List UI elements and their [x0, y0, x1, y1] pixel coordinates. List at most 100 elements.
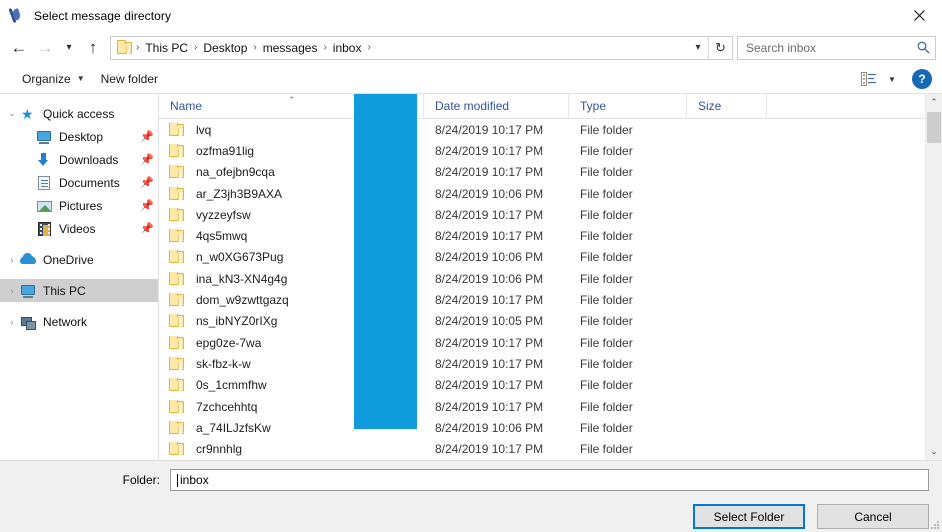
sidebar-item-onedrive[interactable]: › OneDrive: [0, 248, 158, 271]
table-row[interactable]: cr9nnhlg 8/24/2019 10:17 PM File folder: [159, 438, 942, 459]
table-row[interactable]: ozfma91lig 8/24/2019 10:17 PM File folder: [159, 140, 942, 161]
folder-icon: [169, 122, 185, 137]
table-row[interactable]: n_w0XG673Pug 8/24/2019 10:06 PM File folde…: [159, 247, 942, 268]
close-icon[interactable]: [896, 0, 942, 31]
back-button[interactable]: ←: [6, 35, 32, 61]
cell-type: File folder: [580, 165, 633, 180]
table-row[interactable]: ns_ibNYZ0rIXg 8/24/2019 10:05 PM File fold…: [159, 311, 942, 332]
sidebar-item-documents[interactable]: Documents 📌: [0, 171, 158, 194]
cell-date-modified: 8/24/2019 10:17 PM: [435, 399, 544, 414]
table-row[interactable]: vyzzeyfsw 8/24/2019 10:17 PM File folder: [159, 204, 942, 225]
scroll-down-icon[interactable]: ⌄: [926, 443, 942, 460]
monitor-icon: [36, 129, 53, 145]
file-name: a_74ILJzfsKw: [196, 420, 271, 435]
breadcrumb[interactable]: › This PC › Desktop › messages › inbox ›…: [110, 35, 733, 60]
sidebar-item-desktop[interactable]: Desktop 📌: [0, 125, 158, 148]
chevron-down-icon[interactable]: ▼: [884, 75, 900, 84]
help-button[interactable]: ?: [912, 69, 932, 89]
resize-grip[interactable]: [930, 520, 940, 530]
network-icon: [20, 314, 37, 330]
scrollbar-thumb[interactable]: [927, 112, 941, 143]
cell-type: File folder: [580, 207, 633, 222]
chevron-right-icon[interactable]: ›: [4, 317, 20, 327]
forward-button[interactable]: →: [32, 35, 58, 61]
column-header-date-modified[interactable]: Date modified: [424, 93, 569, 119]
chevron-down-icon[interactable]: ⌄: [4, 108, 20, 119]
sidebar-item-label: Pictures: [59, 198, 103, 213]
table-row[interactable]: 4qs5mwq 8/24/2019 10:17 PM File folder: [159, 225, 942, 246]
select-folder-button[interactable]: Select Folder: [693, 504, 805, 529]
organize-button[interactable]: Organize ▼: [14, 68, 93, 90]
dialog-footer: Folder: inbox Select Folder Cancel: [0, 461, 942, 532]
column-header-label: Type: [580, 99, 607, 113]
folder-icon: [169, 229, 185, 243]
sidebar-item-downloads[interactable]: Downloads 📌: [0, 148, 158, 171]
command-bar-right: ▼ ?: [858, 64, 932, 94]
file-rows[interactable]: lvq 8/24/2019 10:17 PM File folder ozfma91l…: [159, 119, 942, 460]
cell-date-modified: 8/24/2019 10:17 PM: [435, 335, 544, 350]
file-name: sk-fbz-k-w: [196, 356, 251, 371]
sidebar-item-pictures[interactable]: Pictures 📌: [0, 194, 158, 217]
view-list-icon[interactable]: [858, 68, 880, 90]
table-row[interactable]: ina_kN3-XN4g4g 8/24/2019 10:06 PM File fol…: [159, 268, 942, 289]
folder-icon: [169, 165, 185, 179]
up-button[interactable]: ↑: [80, 35, 106, 61]
cell-type: File folder: [580, 314, 633, 329]
table-row[interactable]: dom_w9zwttgazq 8/24/2019 10:17 PM File fol…: [159, 289, 942, 310]
sidebar-item-label: OneDrive: [43, 252, 94, 267]
folder-icon: [169, 420, 185, 435]
chevron-down-icon: ▾: [66, 42, 72, 53]
folder-icon: [169, 143, 185, 158]
scroll-up-icon[interactable]: ⌃: [926, 94, 942, 111]
folder-input[interactable]: inbox: [170, 469, 929, 491]
pin-icon: 📌: [140, 200, 154, 212]
folder-field-row: Folder: inbox: [0, 461, 942, 491]
cell-type: File folder: [580, 335, 633, 350]
table-row[interactable]: epg0ze-7wa 8/24/2019 10:17 PM File folder: [159, 332, 942, 353]
recent-locations-button[interactable]: ▾: [58, 35, 80, 61]
sidebar-item-network[interactable]: › Network: [0, 310, 158, 333]
table-row[interactable]: 7zchcehhtq 8/24/2019 10:17 PM File folder: [159, 396, 942, 417]
sidebar-item-this-pc[interactable]: › This PC: [0, 279, 158, 302]
table-row[interactable]: na_ofejbn9cqa 8/24/2019 10:17 PM File fold…: [159, 162, 942, 183]
table-row[interactable]: sk-fbz-k-w 8/24/2019 10:17 PM File folder: [159, 353, 942, 374]
command-bar: Organize ▼ New folder ▼ ?: [0, 64, 942, 94]
folder-icon: [169, 335, 185, 350]
breadcrumb-item-messages[interactable]: messages: [258, 41, 323, 55]
search-input[interactable]: Search inbox: [737, 35, 936, 60]
folder-icon: [169, 207, 185, 222]
chevron-right-icon[interactable]: ›: [4, 286, 20, 296]
column-header-label: Size: [698, 99, 722, 113]
arrow-up-icon: ↑: [88, 38, 98, 57]
column-header-size[interactable]: Size: [687, 93, 767, 119]
download-icon: [36, 152, 53, 168]
new-folder-button[interactable]: New folder: [93, 68, 166, 90]
table-row[interactable]: a_74ILJzfsKw 8/24/2019 10:06 PM File folde…: [159, 417, 942, 438]
vertical-scrollbar[interactable]: ⌃ ⌄: [925, 94, 942, 460]
table-row[interactable]: 0s_1cmmfhw 8/24/2019 10:17 PM File folder: [159, 375, 942, 396]
folder-icon: [169, 293, 185, 307]
column-header-label: Date modified: [435, 99, 510, 113]
cancel-button[interactable]: Cancel: [817, 504, 929, 529]
cell-type: File folder: [580, 356, 633, 371]
table-row[interactable]: ar_Z3jh3B9AXA 8/24/2019 10:06 PM File fold…: [159, 183, 942, 204]
breadcrumb-separator: ›: [367, 42, 371, 53]
file-name: vyzzeyfsw: [196, 207, 251, 222]
sidebar-item-label: Documents: [59, 175, 120, 190]
column-header-type[interactable]: Type: [569, 93, 687, 119]
cell-date-modified: 8/24/2019 10:05 PM: [435, 314, 544, 329]
chevron-right-icon[interactable]: ›: [4, 255, 20, 265]
chevron-down-icon[interactable]: ▾: [688, 37, 708, 59]
cell-date-modified: 8/24/2019 10:17 PM: [435, 293, 544, 308]
folder-input-value: inbox: [180, 473, 209, 487]
breadcrumb-item-inbox[interactable]: inbox: [328, 41, 367, 55]
sidebar-item-videos[interactable]: Videos 📌: [0, 217, 158, 240]
file-list-pane: Name ⌃ Date modified Type Size lvq 8/24/2…: [159, 93, 942, 460]
breadcrumb-item-this-pc[interactable]: This PC: [140, 41, 193, 55]
folder-icon: [169, 314, 185, 328]
refresh-icon[interactable]: ↻: [708, 35, 732, 60]
sidebar-item-quick-access[interactable]: ⌄ ★ Quick access: [0, 102, 158, 125]
column-headers: Name ⌃ Date modified Type Size: [159, 93, 942, 119]
table-row[interactable]: lvq 8/24/2019 10:17 PM File folder: [159, 119, 942, 140]
breadcrumb-item-desktop[interactable]: Desktop: [198, 41, 252, 55]
